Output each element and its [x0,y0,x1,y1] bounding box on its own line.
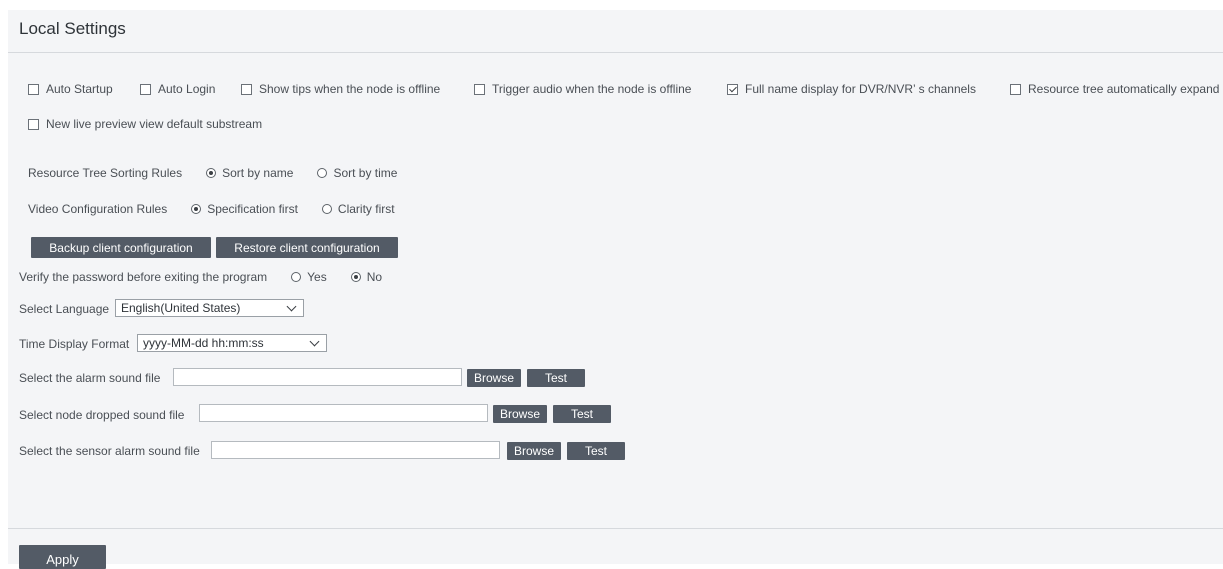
alarm-sound-input[interactable] [173,368,462,386]
apply-button[interactable]: Apply [19,545,106,569]
language-select[interactable]: English(United States) [115,299,304,317]
node-dropped-sound-input[interactable] [199,404,488,422]
alarm-browse-button[interactable]: Browse [467,369,521,387]
checkbox-icon [28,83,39,95]
verify-password-row: Verify the password before exiting the p… [19,270,382,284]
backup-config-button[interactable]: Backup client configuration [31,237,211,258]
checkbox-checked-icon [727,83,738,95]
resource-tree-expand-checkbox[interactable]: Resource tree automatically expand [1010,82,1219,96]
node-dropped-sound-label: Select node dropped sound file [19,408,185,422]
sensor-alarm-sound-label: Select the sensor alarm sound file [19,444,200,458]
radio-selected-icon [191,204,202,214]
chevron-down-icon [309,336,320,347]
trigger-audio-offline-label: Trigger audio when the node is offline [492,82,692,96]
sorting-rules-label: Resource Tree Sorting Rules [28,166,183,180]
language-label: Select Language [19,302,110,316]
sort-by-name-label: Sort by name [222,166,294,180]
auto-startup-label: Auto Startup [46,82,113,96]
checkbox-icon [1010,83,1021,95]
trigger-audio-offline-checkbox[interactable]: Trigger audio when the node is offline [474,82,691,96]
auto-login-checkbox[interactable]: Auto Login [140,82,215,96]
node-dropped-test-button[interactable]: Test [553,405,611,423]
checkbox-icon [474,83,485,95]
full-name-display-label: Full name display for DVR/NVR’ s channel… [745,82,976,96]
checkbox-icon [241,83,252,95]
verify-no-label: No [366,270,383,284]
time-format-label: Time Display Format [19,337,130,351]
sort-by-time-radio[interactable]: Sort by time [317,166,397,180]
verify-no-radio[interactable]: No [350,270,383,284]
default-substream-checkbox[interactable]: New live preview view default substream [28,117,262,131]
sort-by-time-label: Sort by time [333,166,398,180]
time-format-value: yyyy-MM-dd hh:mm:ss [143,336,264,350]
checkbox-icon [140,83,151,95]
resource-tree-expand-label: Resource tree automatically expand [1028,82,1220,96]
show-tips-offline-checkbox[interactable]: Show tips when the node is offline [241,82,440,96]
node-dropped-browse-button[interactable]: Browse [493,405,547,423]
radio-icon [321,204,332,214]
specification-first-label: Specification first [207,202,298,216]
full-name-display-checkbox[interactable]: Full name display for DVR/NVR’ s channel… [727,82,976,96]
page-title: Local Settings [19,19,126,38]
show-tips-offline-label: Show tips when the node is offline [259,82,441,96]
verify-password-label: Verify the password before exiting the p… [19,270,268,284]
auto-startup-checkbox[interactable]: Auto Startup [28,82,113,96]
alarm-sound-label: Select the alarm sound file [19,371,161,385]
alarm-test-button[interactable]: Test [527,369,585,387]
title-divider [8,52,1223,53]
radio-icon [291,272,302,282]
clarity-first-label: Clarity first [337,202,395,216]
sensor-alarm-browse-button[interactable]: Browse [507,442,561,460]
time-format-select[interactable]: yyyy-MM-dd hh:mm:ss [137,334,327,352]
restore-config-button[interactable]: Restore client configuration [216,237,398,258]
footer-divider [8,528,1223,529]
radio-selected-icon [350,272,361,282]
sensor-alarm-test-button[interactable]: Test [567,442,625,460]
default-substream-label: New live preview view default substream [46,117,263,131]
radio-selected-icon [206,168,217,178]
auto-login-label: Auto Login [158,82,216,96]
video-config-label: Video Configuration Rules [28,202,168,216]
verify-yes-label: Yes [307,270,327,284]
verify-yes-radio[interactable]: Yes [291,270,327,284]
sensor-alarm-sound-input[interactable] [211,441,500,459]
checkbox-icon [28,118,39,130]
sort-by-name-radio[interactable]: Sort by name [206,166,293,180]
video-config-row: Video Configuration Rules Specification … [28,202,395,216]
radio-icon [317,168,328,178]
language-value: English(United States) [121,301,241,315]
sorting-rules-row: Resource Tree Sorting Rules Sort by name… [28,166,397,180]
specification-first-radio[interactable]: Specification first [191,202,298,216]
chevron-down-icon [286,301,297,312]
clarity-first-radio[interactable]: Clarity first [321,202,395,216]
